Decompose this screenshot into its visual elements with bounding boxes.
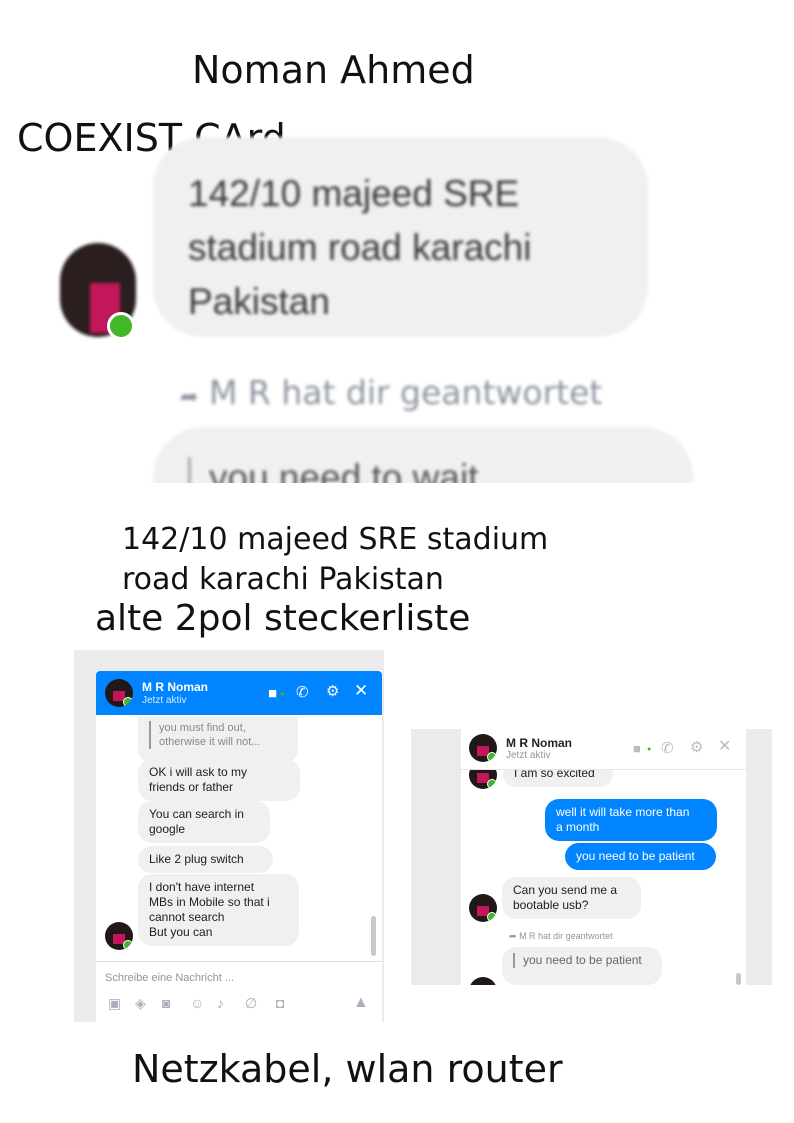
phone-icon[interactable]: ✆ — [296, 685, 309, 700]
contact-name[interactable]: M R Noman — [142, 680, 208, 694]
contact-status: Jetzt aktiv — [506, 750, 551, 761]
message-line: a month — [556, 820, 600, 834]
message-input[interactable]: Schreibe eine Nachricht ... — [105, 972, 234, 984]
message-line: Like 2 plug switch — [149, 852, 244, 866]
chat-header[interactable]: M R Noman Jetzt aktiv ■ ● ✆ ⚙ ✕ — [461, 729, 746, 770]
quoted-text: you need to be patient — [513, 953, 651, 968]
reply-arrow-icon: ➦ — [180, 385, 199, 410]
avatar[interactable] — [469, 734, 497, 762]
message-line: well it will take more than — [556, 805, 690, 819]
message-line: I don't have internet — [149, 880, 255, 894]
message-bubble: You can search in google — [138, 801, 270, 843]
message-bubble-sent: you need to be patient — [565, 843, 716, 870]
chat-header[interactable]: M R Noman Jetzt aktiv ■ ● ✆ ⚙ ✕ — [96, 671, 382, 715]
scrollbar[interactable] — [371, 916, 376, 956]
avatar[interactable] — [469, 977, 497, 985]
reply-arrow-icon: ➦ — [509, 931, 517, 941]
quoted-message: you must find out, otherwise it will not… — [138, 717, 298, 763]
online-dot-icon: ● — [647, 746, 652, 753]
zoomed-bubble-line: stadium road karachi — [188, 227, 532, 268]
video-call-icon[interactable]: ■ — [268, 686, 277, 701]
chat-window: M R Noman Jetzt aktiv ■ ● ✆ ⚙ ✕ I am so … — [461, 729, 746, 985]
message-line: MBs in Mobile so that i — [149, 895, 270, 909]
contact-name[interactable]: M R Noman — [506, 736, 572, 750]
zoomed-bubble-line: 142/10 majeed SRE — [188, 173, 520, 214]
quote-line: otherwise it will not... — [159, 736, 261, 748]
gear-icon[interactable]: ⚙ — [326, 684, 339, 699]
message-line: cannot search — [149, 910, 225, 924]
address-block: 142/10 majeed SRE stadium road karachi P… — [122, 520, 548, 600]
avatar[interactable] — [105, 922, 133, 950]
message-line: bootable usb? — [513, 898, 589, 912]
message-line: friends or father — [149, 780, 234, 794]
phone-icon[interactable]: ✆ — [661, 741, 674, 756]
zoomed-bubble-line: Pakistan — [188, 281, 330, 322]
zoomed-chat-crop: 142/10 majeed SRE stadium road karachi P… — [40, 115, 740, 483]
message-line: But you can — [149, 925, 213, 939]
gear-icon[interactable]: ⚙ — [690, 740, 703, 755]
zoomed-reply-notice: M R hat dir geantwortet — [208, 373, 603, 412]
item-note: alte 2pol steckerliste — [95, 598, 471, 639]
game-icon[interactable]: ♪ — [217, 995, 224, 1011]
reply-notice-row: ➦ M R hat dir geantwortet — [509, 931, 613, 942]
message-line: google — [149, 822, 186, 836]
avatar[interactable] — [469, 894, 497, 922]
online-dot-icon: ● — [280, 689, 285, 698]
message-line: OK i will ask to my — [149, 765, 248, 779]
message-bubble-sent: well it will take more than a month — [545, 799, 717, 841]
avatar[interactable] — [105, 679, 133, 707]
zoomed-reply-row: ➦ M R hat dir geantwortet — [180, 373, 602, 412]
contact-status: Jetzt aktiv — [142, 695, 187, 706]
divider — [96, 961, 382, 962]
camera-icon[interactable]: ◘ — [276, 995, 284, 1011]
quote-line: you must find out, — [159, 722, 246, 734]
video-call-icon[interactable]: ■ — [633, 741, 641, 756]
online-status-dot — [107, 312, 135, 340]
reply-notice: M R hat dir geantwortet — [519, 931, 613, 941]
zoomed-address-bubble: 142/10 majeed SRE stadium road karachi P… — [153, 137, 648, 337]
message-bubble: Can you send me a bootable usb? — [502, 877, 641, 919]
attach-icon[interactable]: ∅ — [245, 995, 257, 1012]
person-name: Noman Ahmed — [192, 48, 475, 92]
gif-icon[interactable]: ◙ — [162, 995, 170, 1011]
zoomed-quoted-text: you need to wait — [188, 457, 478, 483]
message-bubble: OK i will ask to my friends or father — [138, 759, 300, 801]
zoomed-quoted-bubble: you need to wait — [153, 427, 693, 483]
emoji-icon[interactable]: ☺ — [190, 995, 204, 1011]
thumbs-up-icon[interactable]: ▲ — [353, 994, 369, 1012]
quoted-message: you need to be patient — [502, 947, 662, 985]
address-line: road karachi Pakistan — [122, 562, 444, 597]
close-icon[interactable]: ✕ — [354, 682, 368, 699]
image-icon[interactable]: ▣ — [108, 995, 121, 1012]
close-icon[interactable]: ✕ — [718, 739, 731, 755]
message-bubble: Like 2 plug switch — [138, 846, 273, 873]
scrollbar[interactable] — [736, 973, 741, 985]
address-line: 142/10 majeed SRE stadium — [122, 522, 549, 557]
footer-note: Netzkabel, wlan router — [132, 1047, 563, 1091]
sticker-icon[interactable]: ◈ — [135, 995, 146, 1012]
message-bubble: I don't have internet MBs in Mobile so t… — [138, 874, 299, 946]
chat-window: M R Noman Jetzt aktiv ■ ● ✆ ⚙ ✕ you must… — [96, 671, 382, 1022]
message-line: You can search in — [149, 807, 244, 821]
message-line: Can you send me a — [513, 883, 618, 897]
